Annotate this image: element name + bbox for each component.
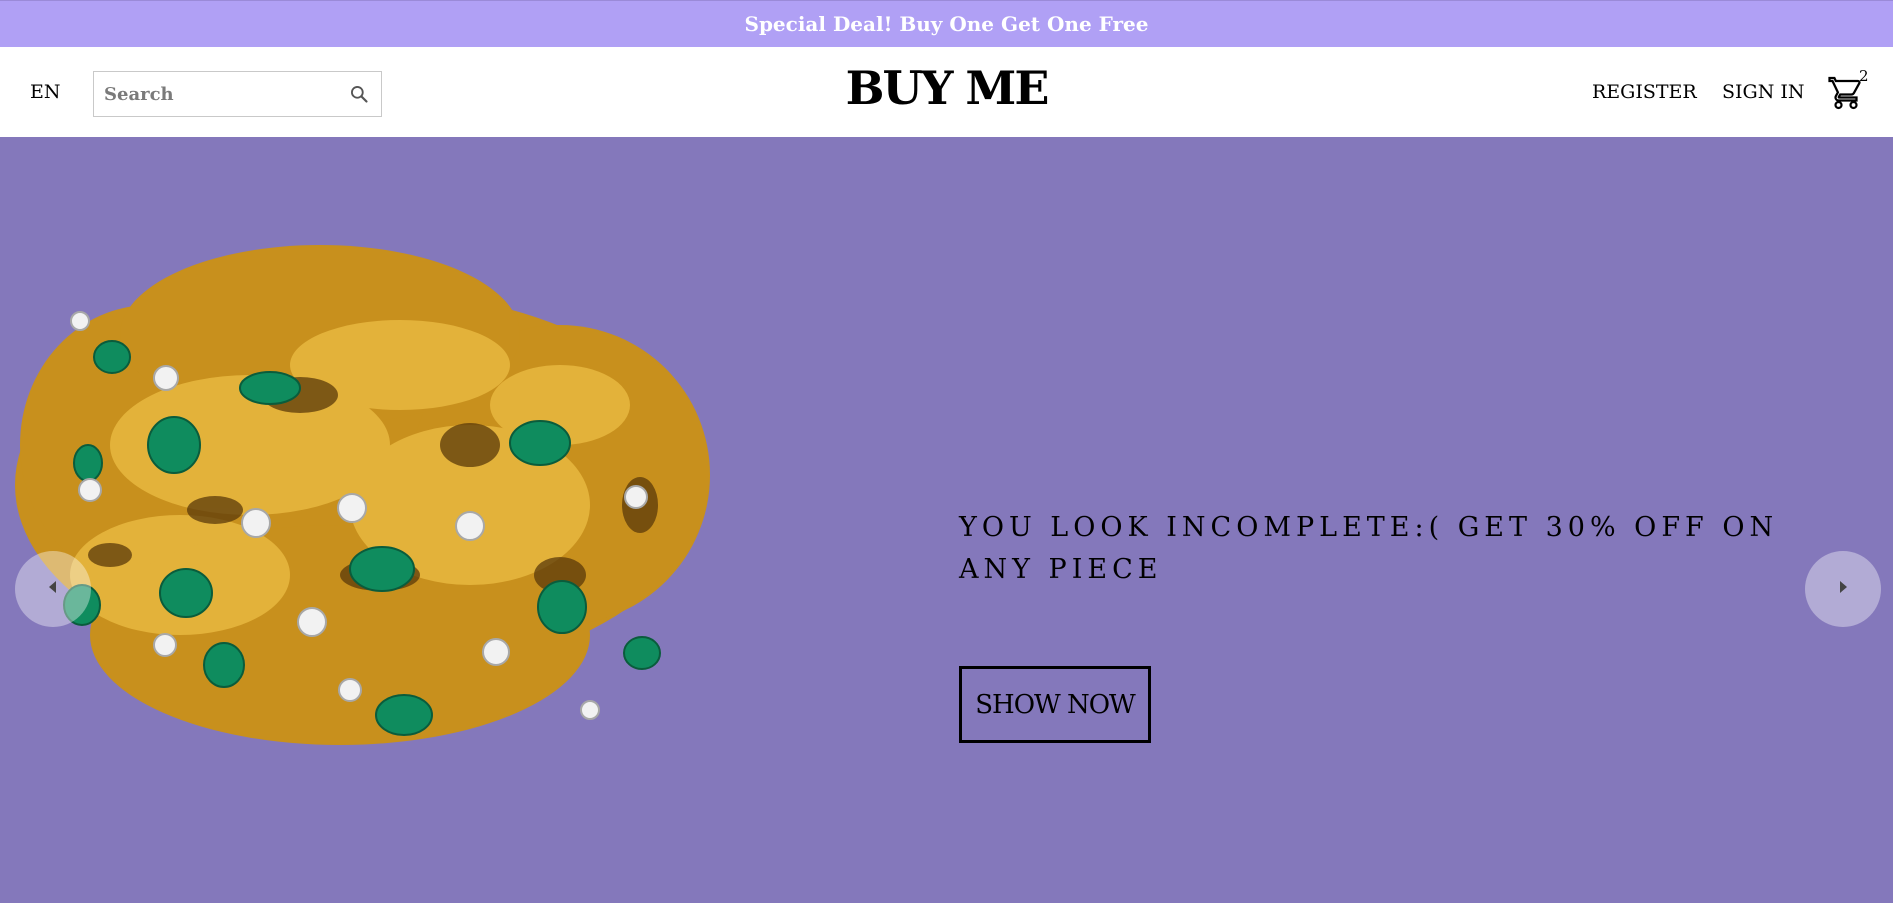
site-logo[interactable]: BUY ME [846, 61, 1050, 115]
search-input[interactable] [94, 72, 346, 116]
sign-in-link[interactable]: SIGN IN [1722, 81, 1805, 103]
announcement-text: Special Deal! Buy One Get One Free [744, 12, 1149, 36]
search-icon[interactable] [346, 81, 371, 107]
next-slide-button[interactable] [1805, 551, 1881, 627]
register-link[interactable]: REGISTER [1592, 81, 1697, 103]
language-selector[interactable]: EN [30, 81, 61, 103]
chevron-right-icon [1836, 579, 1850, 599]
previous-slide-button[interactable] [15, 551, 91, 627]
show-now-button[interactable]: SHOW NOW [959, 666, 1151, 743]
chevron-left-icon [46, 579, 60, 599]
product-image [15, 245, 710, 745]
search-container [93, 71, 382, 117]
navbar: EN BUY ME REGISTER SIGN IN 2 [0, 47, 1893, 137]
announcement-bar: Special Deal! Buy One Get One Free [0, 0, 1893, 47]
hero-slider: YOU LOOK INCOMPLETE:( GET 30% OFF ON ANY… [0, 137, 1893, 903]
cart-count-badge: 2 [1859, 67, 1869, 85]
hero-headline: YOU LOOK INCOMPLETE:( GET 30% OFF ON ANY… [959, 512, 1779, 585]
